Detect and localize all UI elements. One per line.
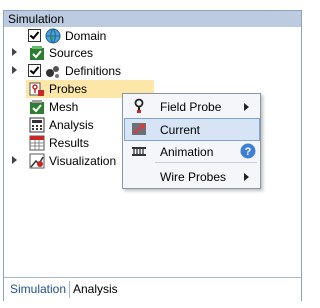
menu-separator <box>155 162 257 163</box>
definitions-checkbox[interactable] <box>28 64 41 77</box>
sources-icon <box>30 46 44 60</box>
tree-item-label: Visualization <box>49 154 117 168</box>
menu-item-animation[interactable]: Animation ? <box>125 141 259 162</box>
menu-item-wire-probes[interactable]: Wire Probes <box>125 166 259 187</box>
context-menu: Field Probe Current Animation ? Wire Pro… <box>122 93 261 189</box>
bottom-tab-bar: Simulation Analysis <box>4 277 301 301</box>
help-icon[interactable]: ? <box>240 143 256 159</box>
visualization-icon <box>29 153 45 169</box>
tab-analysis[interactable]: Analysis <box>70 281 121 298</box>
tree-item-label: Domain <box>65 29 107 43</box>
tree-item-definitions[interactable]: Definitions <box>4 62 264 80</box>
field-probe-icon <box>134 98 144 113</box>
tree-item-label: Probes <box>49 82 88 96</box>
tree-item-label: Mesh <box>49 100 79 114</box>
menu-item-label: Current <box>160 123 201 137</box>
tree-item-label: Definitions <box>65 64 122 78</box>
current-probe-icon <box>132 123 146 135</box>
probes-icon <box>29 82 44 96</box>
menu-item-field-probe[interactable]: Field Probe <box>125 96 259 117</box>
submenu-arrow-icon <box>244 103 249 111</box>
tree-item-label: Results <box>49 136 90 150</box>
definitions-icon <box>46 66 59 78</box>
svg-text:?: ? <box>245 146 252 158</box>
tree-item-domain[interactable]: Domain <box>4 27 264 45</box>
tree-item-label: Analysis <box>49 118 94 132</box>
tree-item-sources[interactable]: Sources <box>4 44 264 62</box>
menu-item-label: Field Probe <box>160 100 222 114</box>
menu-item-current[interactable]: Current <box>124 118 260 141</box>
submenu-arrow-icon <box>244 173 249 181</box>
expand-arrow-icon[interactable] <box>12 156 17 164</box>
animation-icon <box>132 147 146 156</box>
expand-arrow-icon[interactable] <box>12 48 17 56</box>
results-icon <box>29 135 45 151</box>
globe-icon <box>45 28 61 44</box>
menu-item-label: Wire Probes <box>160 170 227 184</box>
panel-titlebar: Simulation <box>4 11 301 27</box>
menu-item-label: Animation <box>160 145 214 159</box>
analysis-icon <box>29 117 45 133</box>
domain-checkbox[interactable] <box>28 29 41 42</box>
mesh-icon <box>30 100 44 114</box>
panel-title: Simulation <box>8 12 65 26</box>
expand-arrow-icon[interactable] <box>12 66 17 74</box>
tree-item-label: Sources <box>49 46 94 60</box>
tab-simulation[interactable]: Simulation <box>7 281 71 298</box>
